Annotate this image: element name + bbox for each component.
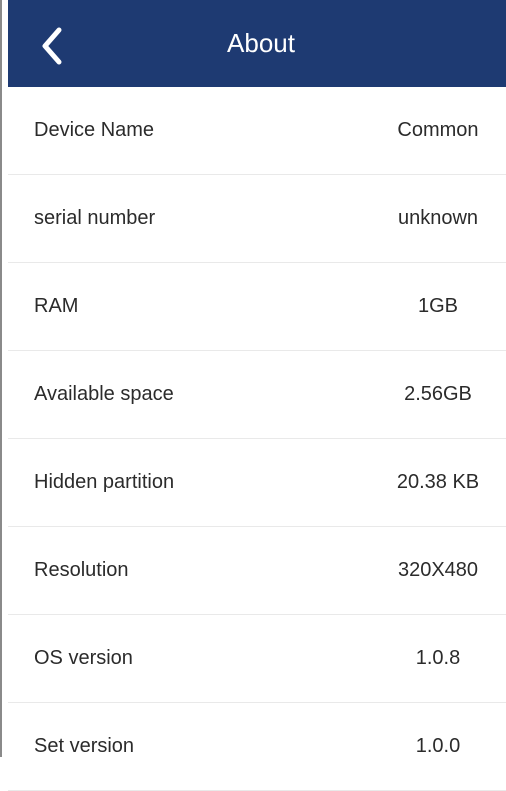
row-value: 1.0.0: [415, 735, 461, 757]
row-label: Device Name: [34, 119, 155, 141]
row-label: Hidden partition: [34, 471, 175, 493]
info-row-hidden-partition: Hidden partition 20.38 KB: [8, 439, 506, 527]
row-label: OS version: [34, 647, 133, 669]
info-row-set-version: Set version 1.0.0: [8, 703, 506, 791]
row-value: 1GB: [417, 295, 459, 317]
row-label: RAM: [34, 295, 79, 317]
info-list: Device Name Common serial number unknown…: [8, 87, 506, 791]
row-label: Set version: [34, 735, 135, 757]
info-row-os-version: OS version 1.0.8: [8, 615, 506, 703]
info-row-device-name: Device Name Common: [8, 87, 506, 175]
row-label: Resolution: [34, 559, 129, 581]
info-row-available-space: Available space 2.56GB: [8, 351, 506, 439]
row-value: 320X480: [397, 559, 479, 581]
page-title: About: [227, 28, 295, 58]
row-value: 20.38 KB: [396, 471, 480, 493]
info-row-serial-number: serial number unknown: [8, 175, 506, 263]
row-value: 2.56GB: [404, 383, 472, 405]
top-bar: About: [8, 0, 506, 87]
chevron-left-icon: [42, 27, 62, 65]
back-button[interactable]: [22, 20, 82, 72]
info-row-resolution: Resolution 320X480: [8, 527, 506, 615]
row-label: Available space: [34, 383, 174, 405]
row-value: 1.0.8: [415, 647, 461, 669]
info-row-ram: RAM 1GB: [8, 263, 506, 351]
row-value: unknown: [397, 207, 479, 229]
row-label: serial number: [34, 207, 156, 229]
row-value: Common: [397, 119, 479, 141]
left-border: [0, 0, 2, 757]
